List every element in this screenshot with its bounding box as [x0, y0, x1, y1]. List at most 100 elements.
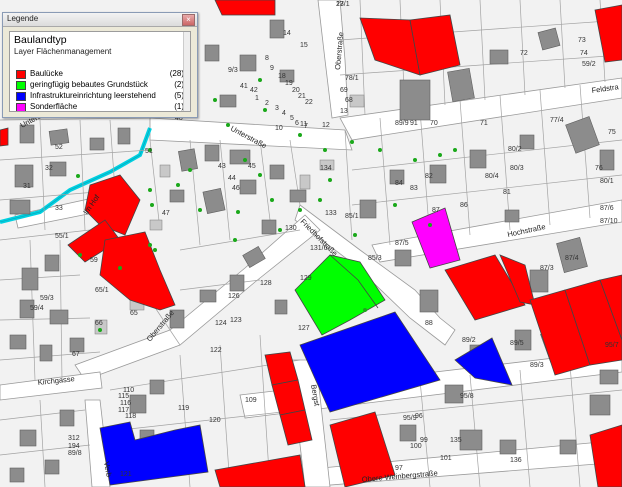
- legend-swatch: [16, 103, 26, 111]
- parcel-number: 312: [68, 435, 80, 442]
- legend-layer-name: Layer Flächenmanagement: [14, 47, 112, 56]
- parcel-number: 22: [305, 99, 313, 106]
- parcel-number: 66: [95, 320, 103, 327]
- parcel-number: 116: [120, 400, 131, 407]
- parcel-number: 96: [415, 413, 423, 420]
- parcel-number: 5: [290, 115, 294, 122]
- parcel-number: 67: [72, 351, 80, 358]
- parcel-number: 123: [230, 317, 242, 324]
- legend-titlebar[interactable]: Legende ×: [3, 13, 197, 27]
- parcel-number: 4: [282, 110, 286, 117]
- legend-item-label: Infrastruktureinrichtung leerstehend: [30, 91, 156, 100]
- legend-item: Infrastruktureinrichtung leerstehend (5): [16, 91, 186, 101]
- parcel-number: 65: [130, 310, 138, 317]
- parcel-number: 81: [503, 189, 511, 196]
- parcel-number: 76: [595, 165, 603, 172]
- parcel-number: 89/9: [395, 120, 409, 127]
- legend-item-count: (28): [169, 69, 184, 78]
- parcel-number: 59: [90, 257, 98, 264]
- parcel-number: 89/3: [530, 362, 544, 369]
- parcel-number: 41: [240, 83, 248, 90]
- parcel-number: 73: [578, 37, 586, 44]
- parcel-number: 85/3: [368, 255, 382, 262]
- parcel-number: 1: [255, 95, 259, 102]
- parcel-number: 86: [460, 202, 468, 209]
- parcel-number: 80/2: [508, 146, 522, 153]
- parcel-number: 87/10: [600, 218, 618, 225]
- parcel-number: 133: [325, 210, 337, 217]
- parcel-number: 80/4: [485, 173, 499, 180]
- parcel-number: 78/1: [345, 75, 359, 82]
- legend-item-label: geringfügig bebautes Grundstück: [30, 80, 148, 89]
- parcel-number: 9: [270, 65, 274, 72]
- parcel-number: 87/4: [565, 255, 579, 262]
- parcel-number: 72: [520, 50, 528, 57]
- parcel-number: 13: [340, 108, 348, 115]
- parcel-number: 194: [68, 443, 80, 450]
- legend-item-label: Sonderfläche: [30, 102, 78, 111]
- parcel-number: 119: [178, 405, 189, 412]
- parcel-number: 101: [440, 455, 452, 462]
- parcel-number: 89/2: [462, 337, 476, 344]
- parcel-number: 134: [320, 165, 332, 172]
- parcel-number: 121: [120, 471, 132, 478]
- parcel-number: 74: [580, 50, 588, 57]
- parcel-number: 55/1: [55, 233, 69, 240]
- parcel-number: 75: [608, 129, 616, 136]
- legend-window[interactable]: Legende × Baulandtyp Layer Flächenmanage…: [2, 12, 198, 118]
- parcel-number: 52: [55, 144, 63, 151]
- parcel-number: 124: [215, 320, 227, 327]
- parcel-number: 71: [480, 120, 488, 127]
- close-button[interactable]: ×: [182, 14, 195, 26]
- parcel-number: 69: [340, 87, 348, 94]
- parcel-number: 59/4: [30, 305, 44, 312]
- parcel-number: 3: [275, 105, 279, 112]
- legend-item-label: Baulücke: [30, 69, 63, 78]
- parcel-number: 91: [410, 120, 418, 127]
- parcel-number: 85/1: [345, 213, 359, 220]
- parcel-number: 87/6: [600, 205, 614, 212]
- legend-item: Sonderfläche (1): [16, 102, 186, 111]
- parcel-number: 68: [345, 97, 353, 104]
- legend-item: geringfügig bebautes Grundstück (2): [16, 80, 186, 90]
- parcel-number: 47: [162, 210, 170, 217]
- parcel-number: 84: [395, 180, 403, 187]
- parcel-number: 14: [283, 30, 291, 37]
- parcel-number: 59/2: [582, 61, 596, 68]
- parcel-number: 130: [285, 225, 297, 232]
- parcel-number: 129: [300, 275, 312, 282]
- parcel-number: 126: [228, 293, 240, 300]
- parcel-number: 109: [245, 397, 257, 404]
- parcel-number: 95/7: [605, 342, 619, 349]
- parcel-number: 12: [322, 122, 330, 129]
- parcel-number: 32: [45, 165, 53, 172]
- parcel-number: 77/4: [550, 117, 564, 124]
- legend-panel: Baulandtyp Layer Flächenmanagement Baulü…: [9, 31, 191, 112]
- parcel-number: 136: [510, 457, 522, 464]
- parcel-number: 33: [55, 205, 63, 212]
- legend-window-title: Legende: [7, 14, 39, 23]
- parcel-number: 70: [430, 120, 438, 127]
- red-parcel-left-edge: [0, 127, 9, 147]
- parcel-number: 18: [278, 73, 286, 80]
- parcel-number: 65/1: [95, 287, 109, 294]
- parcel-number: 19: [285, 80, 293, 87]
- parcel-number: 45: [248, 163, 256, 170]
- parcel-number: 44: [228, 175, 236, 182]
- parcel-number: 120: [209, 417, 221, 424]
- parcel-number: 10: [275, 125, 283, 132]
- parcel-number: 9/3: [228, 67, 238, 74]
- parcel-number: 115: [118, 393, 129, 400]
- parcel-number: 89/5: [510, 340, 524, 347]
- parcel-number: 122: [210, 347, 222, 354]
- legend-scrollbar[interactable]: [183, 32, 190, 111]
- legend-swatch: [16, 81, 26, 90]
- parcel-number: 87: [432, 207, 440, 214]
- legend-swatch: [16, 70, 26, 79]
- parcel-number: 82: [425, 173, 433, 180]
- parcel-number: 7: [304, 123, 308, 130]
- parcel-number: 23: [336, 1, 344, 8]
- parcel-number: 128: [260, 280, 272, 287]
- parcel-number: 51: [145, 148, 153, 155]
- red-parcel-top-mid: [214, 0, 276, 16]
